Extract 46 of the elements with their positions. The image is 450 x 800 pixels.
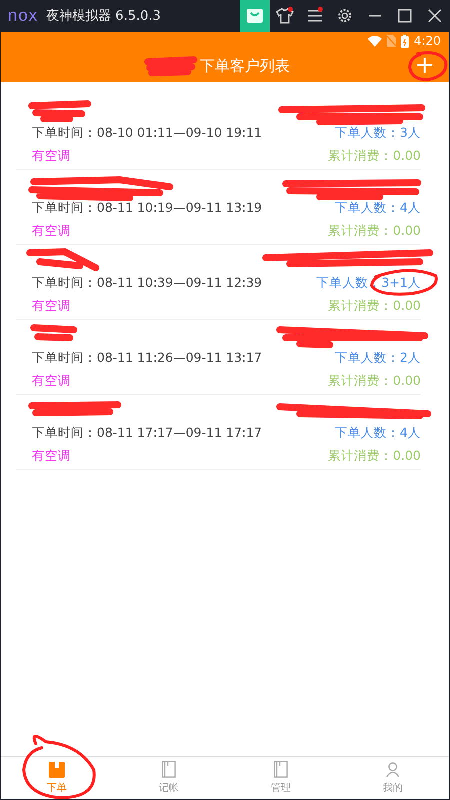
order-row[interactable]: 下单时间：08-11 10:19—09-11 13:19 下单人数：4人 有空调 累计消费：0.00 (16, 170, 421, 245)
order-row[interactable]: 下单时间：08-10 01:11—09-10 19:11 下单人数：3人 有空调 累计消费：0.00 (16, 95, 421, 170)
feature-tag: 有空调 (32, 298, 71, 315)
order-time: 下单时间：08-10 01:11—09-10 19:11 (32, 125, 262, 142)
total-spent: 累计消费：0.00 (328, 373, 421, 390)
people-count: 下单人数：4人 (335, 200, 421, 217)
window-title: 夜神模拟器 6.5.0.3 (46, 8, 162, 25)
scribble-mark (144, 56, 198, 76)
shirt-icon[interactable] (276, 8, 294, 24)
scribble-mark (30, 324, 78, 342)
battery-icon (401, 34, 410, 48)
notebook-icon (49, 762, 65, 778)
notification-dot (288, 7, 293, 12)
notebook-icon (162, 761, 176, 778)
maximize-icon[interactable] (398, 9, 412, 23)
circle-mark (370, 269, 438, 296)
people-count: 下单人数：3人 (335, 125, 421, 142)
total-spent: 累计消费：0.00 (328, 223, 421, 240)
total-spent: 累计消费：0.00 (328, 148, 421, 165)
page-title: 下单客户列表 (200, 56, 290, 76)
order-row[interactable]: 下单时间：08-11 11:26—09-11 13:17 下单人数：2人 有空调 累计消费：0.00 (16, 320, 421, 395)
circle-mark (408, 52, 448, 82)
total-spent: 累计消费：0.00 (328, 298, 421, 315)
order-row[interactable]: 下单时间：08-11 17:17—09-11 17:17 下单人数：4人 有空调 累计消费：0.00 (16, 395, 421, 470)
people-count: 下单人数：2人 (335, 350, 421, 367)
people-count: 下单人数：4人 (335, 425, 421, 442)
order-time: 下单时间：08-11 17:17—09-11 17:17 (32, 425, 262, 442)
close-icon[interactable] (428, 9, 442, 23)
feature-tag: 有空调 (32, 373, 71, 390)
feature-tag: 有空调 (32, 223, 71, 240)
settings-icon[interactable] (337, 8, 353, 24)
scribble-mark (28, 100, 92, 122)
feature-tag: 有空调 (32, 148, 71, 165)
feature-tag: 有空调 (32, 448, 71, 465)
order-time: 下单时间：08-11 11:26—09-11 13:17 (32, 350, 262, 367)
person-icon (386, 762, 400, 778)
menu-icon[interactable] (307, 9, 323, 23)
clock-time: 4:20 (414, 34, 441, 48)
app-logo: nox (8, 6, 38, 26)
notebook-icon (274, 761, 288, 778)
no-sim-icon (387, 35, 396, 47)
wifi-icon (368, 36, 382, 46)
total-spent: 累计消费：0.00 (328, 448, 421, 465)
notification-dot (318, 7, 323, 12)
order-time: 下单时间：08-11 10:39—09-11 12:39 (32, 275, 262, 292)
order-time: 下单时间：08-11 10:19—09-11 13:19 (32, 200, 262, 217)
